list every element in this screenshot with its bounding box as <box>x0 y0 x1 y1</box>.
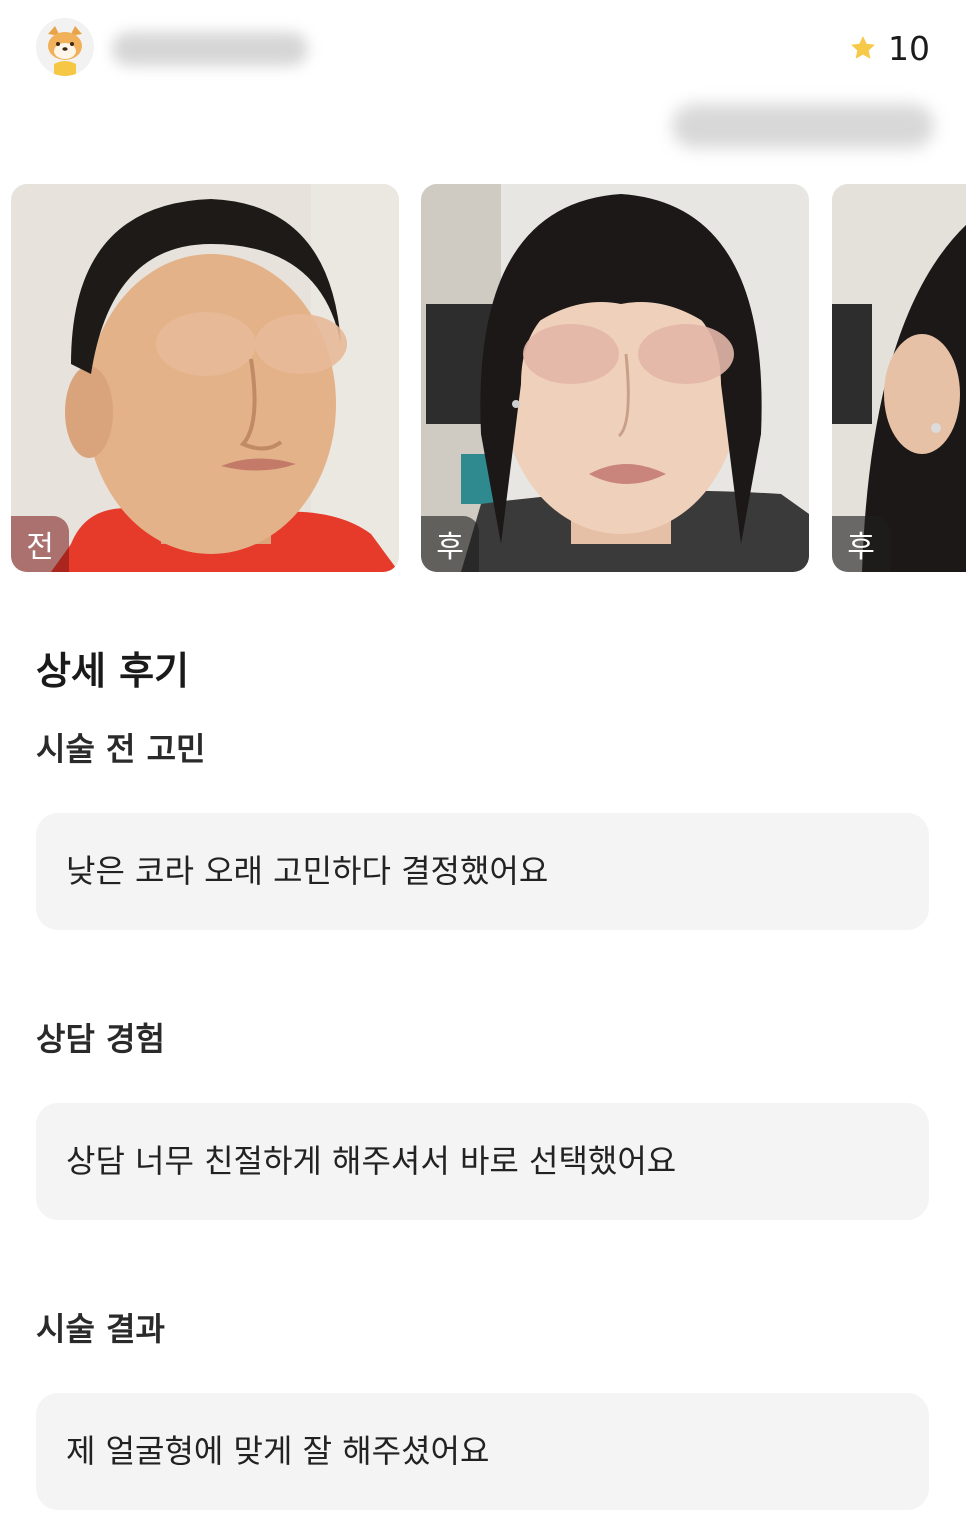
review-detail-page: 10 전 후 후 상세 후기 시술 전 고민 낮은 코라 오래 고민하다 결정했… <box>0 0 966 1531</box>
answer-box: 제 얼굴형에 맞게 잘 해주셨어요 <box>36 1393 929 1510</box>
after-photo-side[interactable]: 후 <box>832 184 966 572</box>
question-label: 상담 경험 <box>36 1020 165 1058</box>
face-photo-image <box>832 184 966 572</box>
review-date-redacted <box>672 104 934 148</box>
face-photo-image <box>11 184 399 572</box>
rating: 10 <box>848 26 930 70</box>
question-label: 시술 전 고민 <box>36 730 206 768</box>
answer-text: 낮은 코라 오래 고민하다 결정했어요 <box>66 852 549 890</box>
after-photo[interactable]: 후 <box>421 184 809 572</box>
before-photo[interactable]: 전 <box>11 184 399 572</box>
shiba-dog-avatar-icon <box>36 18 94 76</box>
star-icon <box>851 36 875 59</box>
answer-text: 제 얼굴형에 맞게 잘 해주셨어요 <box>66 1432 490 1470</box>
photo-badge-after-2: 후 <box>832 516 890 572</box>
answer-text: 상담 너무 친절하게 해주셔서 바로 선택했어요 <box>66 1142 677 1180</box>
face-photo-image <box>421 184 809 572</box>
answer-box: 상담 너무 친절하게 해주셔서 바로 선택했어요 <box>36 1103 929 1220</box>
profile-avatar[interactable] <box>36 18 94 76</box>
question-label: 시술 결과 <box>36 1310 165 1348</box>
rating-value: 10 <box>888 28 930 68</box>
answer-box: 낮은 코라 오래 고민하다 결정했어요 <box>36 813 929 930</box>
photo-badge-after: 후 <box>421 516 479 572</box>
section-title: 상세 후기 <box>36 649 190 693</box>
username-redacted <box>112 32 308 66</box>
photo-badge-before: 전 <box>11 516 69 572</box>
photo-carousel[interactable]: 전 후 후 <box>0 184 966 574</box>
